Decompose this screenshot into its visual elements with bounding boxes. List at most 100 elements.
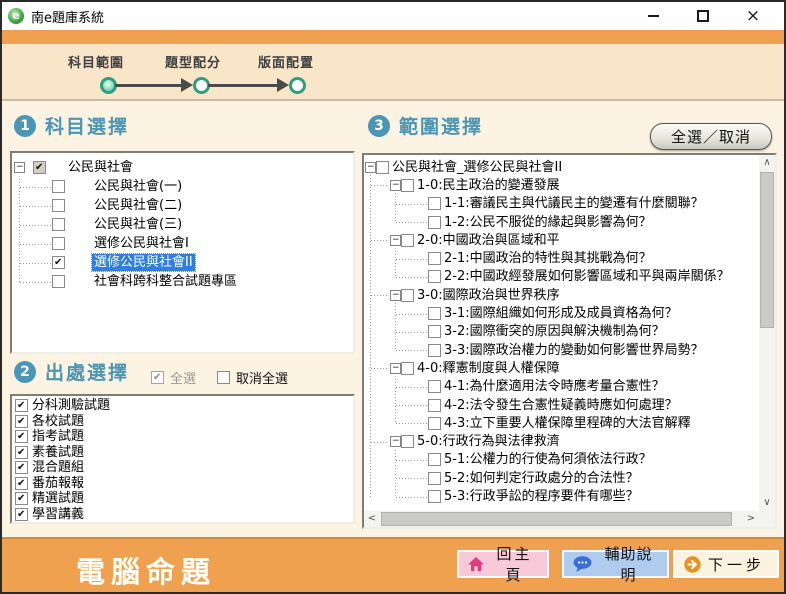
tree-item[interactable]: 4-0:釋憲制度與人權保障 xyxy=(364,359,759,377)
checkbox[interactable] xyxy=(428,490,441,503)
collapse-icon[interactable] xyxy=(390,436,401,447)
home-button[interactable]: 回主頁 xyxy=(457,550,549,578)
checkbox[interactable] xyxy=(428,252,441,265)
tree-item-label[interactable]: 5-0:行政行為與法律救濟 xyxy=(415,433,562,450)
tree-item-label[interactable]: 2-2:中國政經發展如何影響區域和平與兩岸關係？ xyxy=(442,268,732,285)
list-item[interactable]: 番茄報報 xyxy=(12,476,353,492)
tree-item[interactable]: 公民與社會(一) xyxy=(12,177,353,196)
maximize-button[interactable] xyxy=(678,2,728,30)
checkbox[interactable] xyxy=(401,179,414,192)
tree-item[interactable]: 公民與社會_選修公民與社會II xyxy=(364,158,759,176)
next-step-button[interactable]: 下一步 xyxy=(673,550,779,578)
tree-item-label[interactable]: 5-3:行政爭訟的程序要件有哪些？ xyxy=(442,488,641,505)
tree-item[interactable]: 2-0:中國政治與區域和平 xyxy=(364,231,759,249)
tree-item-label[interactable]: 1-2:公民不服從的緣起與影響為何？ xyxy=(442,214,654,231)
list-item[interactable]: 各校試題 xyxy=(12,414,353,430)
tree-item-label[interactable]: 1-0:民主政治的變遷發展 xyxy=(415,177,562,194)
tree-item-label[interactable]: 5-2:如何判定行政處分的合法性？ xyxy=(442,470,641,487)
checkbox[interactable] xyxy=(376,161,389,174)
checkbox[interactable] xyxy=(428,325,441,338)
tree-item-label[interactable]: 4-3:立下重要人權保障里程碑的大法官解釋 xyxy=(442,415,693,432)
checkbox[interactable] xyxy=(15,430,28,443)
checkbox[interactable] xyxy=(15,508,28,521)
tree-item-label[interactable]: 3-1:國際組織如何形成及成員資格為何？ xyxy=(442,305,680,322)
list-item[interactable]: 學習講義 xyxy=(12,507,353,523)
tree-item-label[interactable]: 3-0:國際政治與世界秩序 xyxy=(415,287,562,304)
tree-item[interactable]: 公民與社會 xyxy=(12,158,353,177)
checkbox[interactable] xyxy=(52,237,65,250)
tree-item[interactable]: 1-0:民主政治的變遷發展 xyxy=(364,176,759,194)
checkbox[interactable] xyxy=(401,362,414,375)
checkbox[interactable] xyxy=(52,275,65,288)
tree-item-label[interactable]: 3-3:國際政治權力的變動如何影響世界局勢？ xyxy=(442,342,706,359)
collapse-icon[interactable] xyxy=(14,162,25,173)
checkbox[interactable] xyxy=(428,380,441,393)
checkbox[interactable] xyxy=(15,415,28,428)
checkbox[interactable] xyxy=(428,417,441,430)
tree-item[interactable]: 選修公民與社會I xyxy=(12,234,353,253)
tree-item[interactable]: 社會科跨科整合試題專區 xyxy=(12,272,353,291)
tree-item-label[interactable]: 選修公民與社會I xyxy=(92,235,191,252)
checkbox[interactable] xyxy=(15,461,28,474)
tree-item-label[interactable]: 公民與社會(三) xyxy=(92,216,184,233)
checkbox[interactable] xyxy=(428,270,441,283)
checkbox[interactable] xyxy=(33,161,46,174)
checkbox[interactable] xyxy=(401,289,414,302)
tree-item[interactable]: 公民與社會(二) xyxy=(12,196,353,215)
checkbox[interactable] xyxy=(428,453,441,466)
scroll-right-icon[interactable]: > xyxy=(743,511,759,527)
help-button[interactable]: 輔助說明 xyxy=(562,550,669,578)
scroll-left-icon[interactable]: < xyxy=(364,511,380,527)
deselect-all-checkbox[interactable]: 取消全選 xyxy=(217,368,288,387)
list-item[interactable]: 分科測驗試題 xyxy=(12,398,353,414)
checkbox[interactable] xyxy=(15,477,28,490)
checkbox[interactable] xyxy=(217,371,230,384)
tree-item-label[interactable]: 5-1:公權力的行使為何須依法行政？ xyxy=(442,451,654,468)
checkbox[interactable] xyxy=(428,472,441,485)
checkbox[interactable] xyxy=(151,371,164,384)
checkbox[interactable] xyxy=(428,197,441,210)
checkbox[interactable] xyxy=(15,399,28,412)
tree-item[interactable]: 選修公民與社會II xyxy=(12,253,353,272)
tree-item-label[interactable]: 3-2:國際衝突的原因與解決機制為何？ xyxy=(442,323,667,340)
minimize-button[interactable] xyxy=(628,2,678,30)
list-item[interactable]: 指考試題 xyxy=(12,429,353,445)
scroll-down-icon[interactable]: ∨ xyxy=(759,495,775,511)
list-item[interactable]: 素養試題 xyxy=(12,445,353,461)
checkbox[interactable] xyxy=(15,492,28,505)
tree-item-label[interactable]: 公民與社會 xyxy=(66,159,135,176)
checkbox[interactable] xyxy=(52,180,65,193)
collapse-icon[interactable] xyxy=(390,180,401,191)
tree-item-label[interactable]: 2-0:中國政治與區域和平 xyxy=(415,232,562,249)
scrollbar-thumb[interactable] xyxy=(381,512,732,526)
select-all-toggle-button[interactable]: 全選／取消 xyxy=(650,123,772,150)
checkbox[interactable] xyxy=(401,435,414,448)
close-button[interactable]: × xyxy=(728,2,778,30)
checkbox[interactable] xyxy=(428,399,441,412)
tree-item-label[interactable]: 社會科跨科整合試題專區 xyxy=(92,273,239,290)
select-all-checkbox[interactable]: 全選 xyxy=(151,368,196,387)
tree-item-label[interactable]: 選修公民與社會II xyxy=(92,254,195,271)
checkbox[interactable] xyxy=(15,446,28,459)
collapse-icon[interactable] xyxy=(365,162,376,173)
tree-item[interactable]: 3-0:國際政治與世界秩序 xyxy=(364,286,759,304)
collapse-icon[interactable] xyxy=(390,235,401,246)
tree-item-label[interactable]: 4-2:法令發生合憲性疑義時應如何處理？ xyxy=(442,397,680,414)
tree-item-label[interactable]: 4-1:為什麼適用法令時應考量合憲性？ xyxy=(442,378,667,395)
tree-item-label[interactable]: 公民與社會(二) xyxy=(92,197,184,214)
checkbox[interactable] xyxy=(428,307,441,320)
tree-item[interactable]: 5-0:行政行為與法律救濟 xyxy=(364,432,759,450)
tree-item[interactable]: 公民與社會(三) xyxy=(12,215,353,234)
horizontal-scrollbar[interactable]: < > xyxy=(364,511,759,527)
checkbox[interactable] xyxy=(52,199,65,212)
tree-item-label[interactable]: 公民與社會_選修公民與社會II xyxy=(390,159,564,176)
vertical-scrollbar[interactable]: ∧ ∨ xyxy=(759,155,775,511)
checkbox[interactable] xyxy=(428,216,441,229)
tree-item-label[interactable]: 4-0:釋憲制度與人權保障 xyxy=(415,360,562,377)
tree-item-label[interactable]: 2-1:中國政治的特性與其挑戰為何？ xyxy=(442,250,654,267)
checkbox[interactable] xyxy=(52,256,65,269)
collapse-icon[interactable] xyxy=(390,290,401,301)
scroll-up-icon[interactable]: ∧ xyxy=(759,155,775,171)
checkbox[interactable] xyxy=(401,234,414,247)
tree-item-label[interactable]: 公民與社會(一) xyxy=(92,178,184,195)
